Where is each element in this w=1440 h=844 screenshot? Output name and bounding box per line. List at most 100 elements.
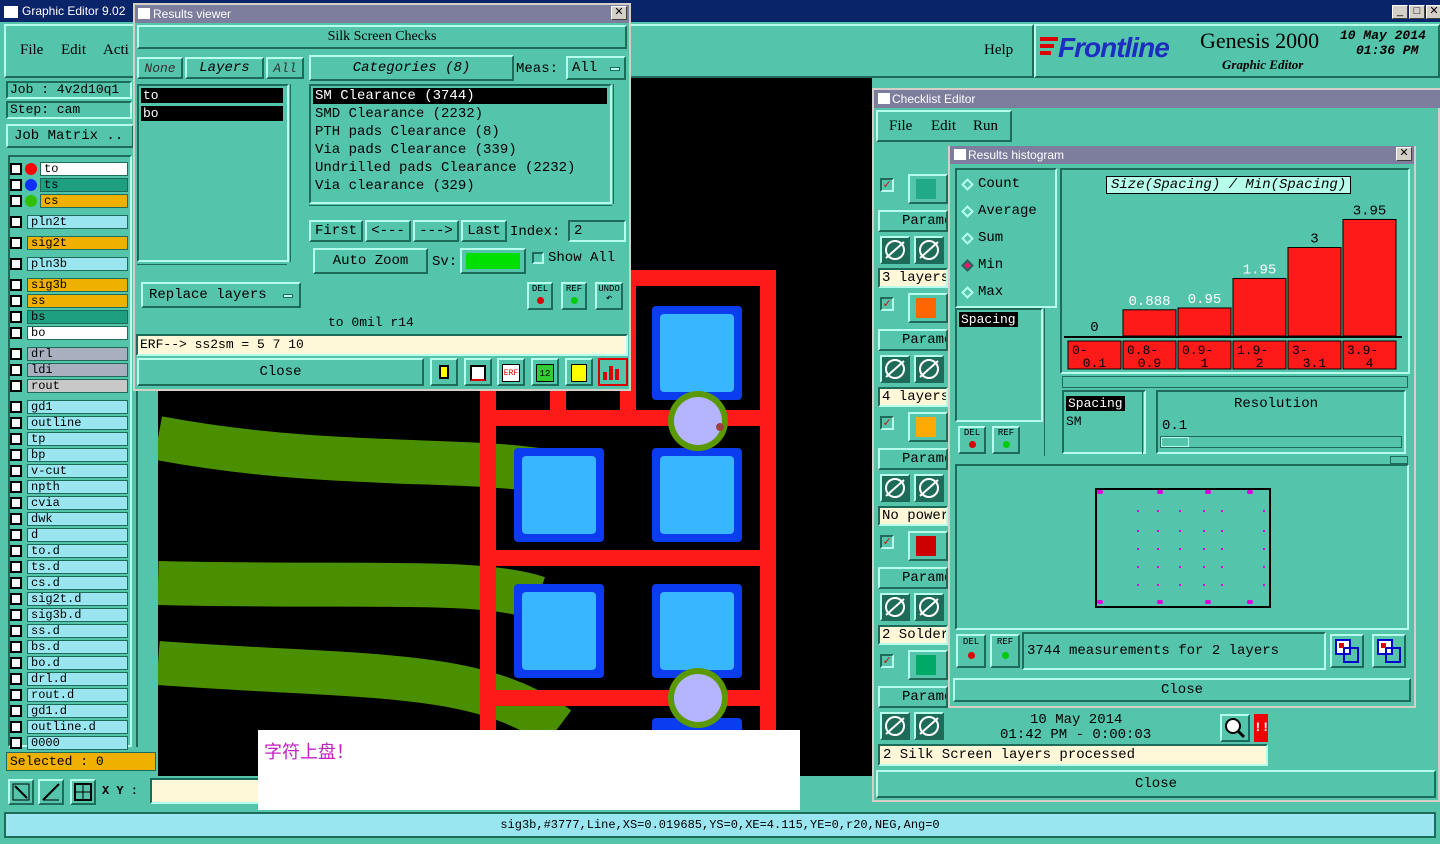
measure-vscroll[interactable] [1044, 308, 1058, 456]
zoom-icon[interactable] [1220, 714, 1250, 742]
ce-run-all-icon[interactable] [914, 474, 944, 502]
layer-checkbox[interactable] [10, 529, 22, 541]
ce-step-thumbnail-icon[interactable] [908, 412, 948, 442]
layers-all-button[interactable]: All [266, 57, 304, 79]
ce-step-thumbnail-icon[interactable] [908, 174, 948, 204]
category-item[interactable]: SM Clearance (3744) [313, 88, 607, 104]
import-icon[interactable] [1372, 634, 1406, 668]
xy-input[interactable] [150, 778, 260, 804]
layer-row[interactable]: sig3b.d [10, 608, 128, 622]
layer-checkbox[interactable] [10, 577, 22, 589]
rv-layer-item[interactable]: to [141, 88, 283, 103]
layer-checkbox[interactable] [10, 417, 22, 429]
ce-param-button[interactable]: Parame [878, 686, 948, 708]
layer-row[interactable]: cvia [10, 496, 128, 510]
ref-button[interactable]: REF [561, 282, 587, 310]
layer-checkbox[interactable] [10, 364, 22, 376]
layer-row[interactable]: ss [10, 294, 128, 308]
layer-checkbox[interactable] [10, 380, 22, 392]
ce-run-all-icon[interactable] [914, 236, 944, 264]
layer-row[interactable]: 0000 [10, 736, 128, 750]
grid-snap-icon[interactable] [70, 779, 96, 805]
resolution-list-item[interactable]: SM [1066, 414, 1082, 429]
ce-menu-file[interactable]: File [889, 118, 912, 135]
menu-help[interactable]: Help [984, 42, 1013, 59]
layer-checkbox[interactable] [10, 625, 22, 637]
minimize-icon[interactable]: _ [1392, 5, 1408, 19]
layer-checkbox[interactable] [10, 513, 22, 525]
preview-splitter[interactable] [1390, 456, 1408, 464]
layer-row[interactable]: tp [10, 432, 128, 446]
first-button[interactable]: First [309, 220, 363, 242]
layer-row[interactable]: pln2t [10, 215, 128, 229]
layer-row[interactable]: to [10, 162, 128, 176]
layer-checkbox[interactable] [10, 258, 22, 270]
ce-run-icon[interactable] [880, 236, 910, 264]
layer-checkbox[interactable] [10, 311, 22, 323]
meas-dropdown[interactable]: All [566, 56, 626, 80]
next-button[interactable]: ---> [413, 220, 459, 242]
ce-run-all-icon[interactable] [914, 712, 944, 740]
ce-menu-edit[interactable]: Edit [931, 118, 956, 135]
layer-checkbox[interactable] [10, 593, 22, 605]
export-icon[interactable] [1330, 634, 1364, 668]
resolution-list-item[interactable]: Spacing [1066, 396, 1125, 411]
layer-row[interactable]: drl [10, 347, 128, 361]
measure-icon[interactable] [38, 779, 64, 805]
menu-edit[interactable]: Edit [61, 42, 86, 59]
undo-button[interactable]: UNDO ↶ [595, 282, 623, 310]
results-close-button[interactable]: Close [137, 358, 424, 386]
layer-checkbox[interactable] [10, 327, 22, 339]
layer-row[interactable]: dwk [10, 512, 128, 526]
layer-checkbox[interactable] [10, 237, 22, 249]
ce-step-checkbox[interactable]: ✓ [880, 178, 894, 192]
ce-param-button[interactable]: Parame [878, 210, 948, 232]
layer-checkbox[interactable] [10, 465, 22, 477]
close-icon[interactable]: ✕ [1426, 5, 1440, 19]
alarm-icon[interactable] [430, 358, 458, 386]
layer-checkbox[interactable] [10, 545, 22, 557]
layer-row[interactable]: drl.d [10, 672, 128, 686]
layer-checkbox[interactable] [10, 295, 22, 307]
ce-step-thumbnail-icon[interactable] [908, 650, 948, 680]
histogram-icon[interactable] [598, 358, 628, 386]
ce-param-button[interactable]: Parame [878, 567, 948, 589]
layer-row[interactable]: bp [10, 448, 128, 462]
layer-checkbox[interactable] [10, 497, 22, 509]
prev-button[interactable]: <--- [365, 220, 411, 242]
layer-checkbox[interactable] [10, 449, 22, 461]
ce-step-checkbox[interactable]: ✓ [880, 297, 894, 311]
resolution-slider-thumb[interactable] [1161, 437, 1189, 447]
aggregate-option-sum[interactable]: Sum [961, 230, 1003, 246]
chart-hscroll[interactable] [1062, 376, 1408, 388]
last-button[interactable]: Last [461, 220, 507, 242]
layer-checkbox[interactable] [10, 561, 22, 573]
replace-layers-button[interactable]: Replace layers [141, 282, 301, 308]
layer-row[interactable]: ts.d [10, 560, 128, 574]
ce-run-all-icon[interactable] [914, 593, 944, 621]
layer-checkbox[interactable] [10, 481, 22, 493]
zoom-fit-icon[interactable] [8, 779, 34, 805]
layer-checkbox[interactable] [10, 721, 22, 733]
ce-step-thumbnail-icon[interactable] [908, 531, 948, 561]
layer-row[interactable]: sig2t.d [10, 592, 128, 606]
category-item[interactable]: SMD Clearance (2232) [313, 106, 607, 122]
layer-checkbox[interactable] [10, 609, 22, 621]
layer-row[interactable]: bo [10, 326, 128, 340]
ce-run-icon[interactable] [880, 355, 910, 383]
ce-step-checkbox[interactable]: ✓ [880, 535, 894, 549]
layer-checkbox[interactable] [10, 279, 22, 291]
aggregate-option-average[interactable]: Average [961, 203, 1037, 219]
layer-checkbox[interactable] [10, 433, 22, 445]
resolution-slider[interactable] [1160, 436, 1402, 448]
resolution-vscroll[interactable] [1142, 390, 1154, 454]
layer-row[interactable]: ss.d [10, 624, 128, 638]
ce-run-icon[interactable] [880, 474, 910, 502]
layer-row[interactable]: gd1.d [10, 704, 128, 718]
layer-row[interactable]: cs.d [10, 576, 128, 590]
layer-row[interactable]: v-cut [10, 464, 128, 478]
histogram-close-button[interactable]: Close [953, 678, 1411, 702]
job-matrix-button[interactable]: Job Matrix .. [6, 124, 134, 148]
ce-run-icon[interactable] [880, 593, 910, 621]
layer-row[interactable]: sig2t [10, 236, 128, 250]
